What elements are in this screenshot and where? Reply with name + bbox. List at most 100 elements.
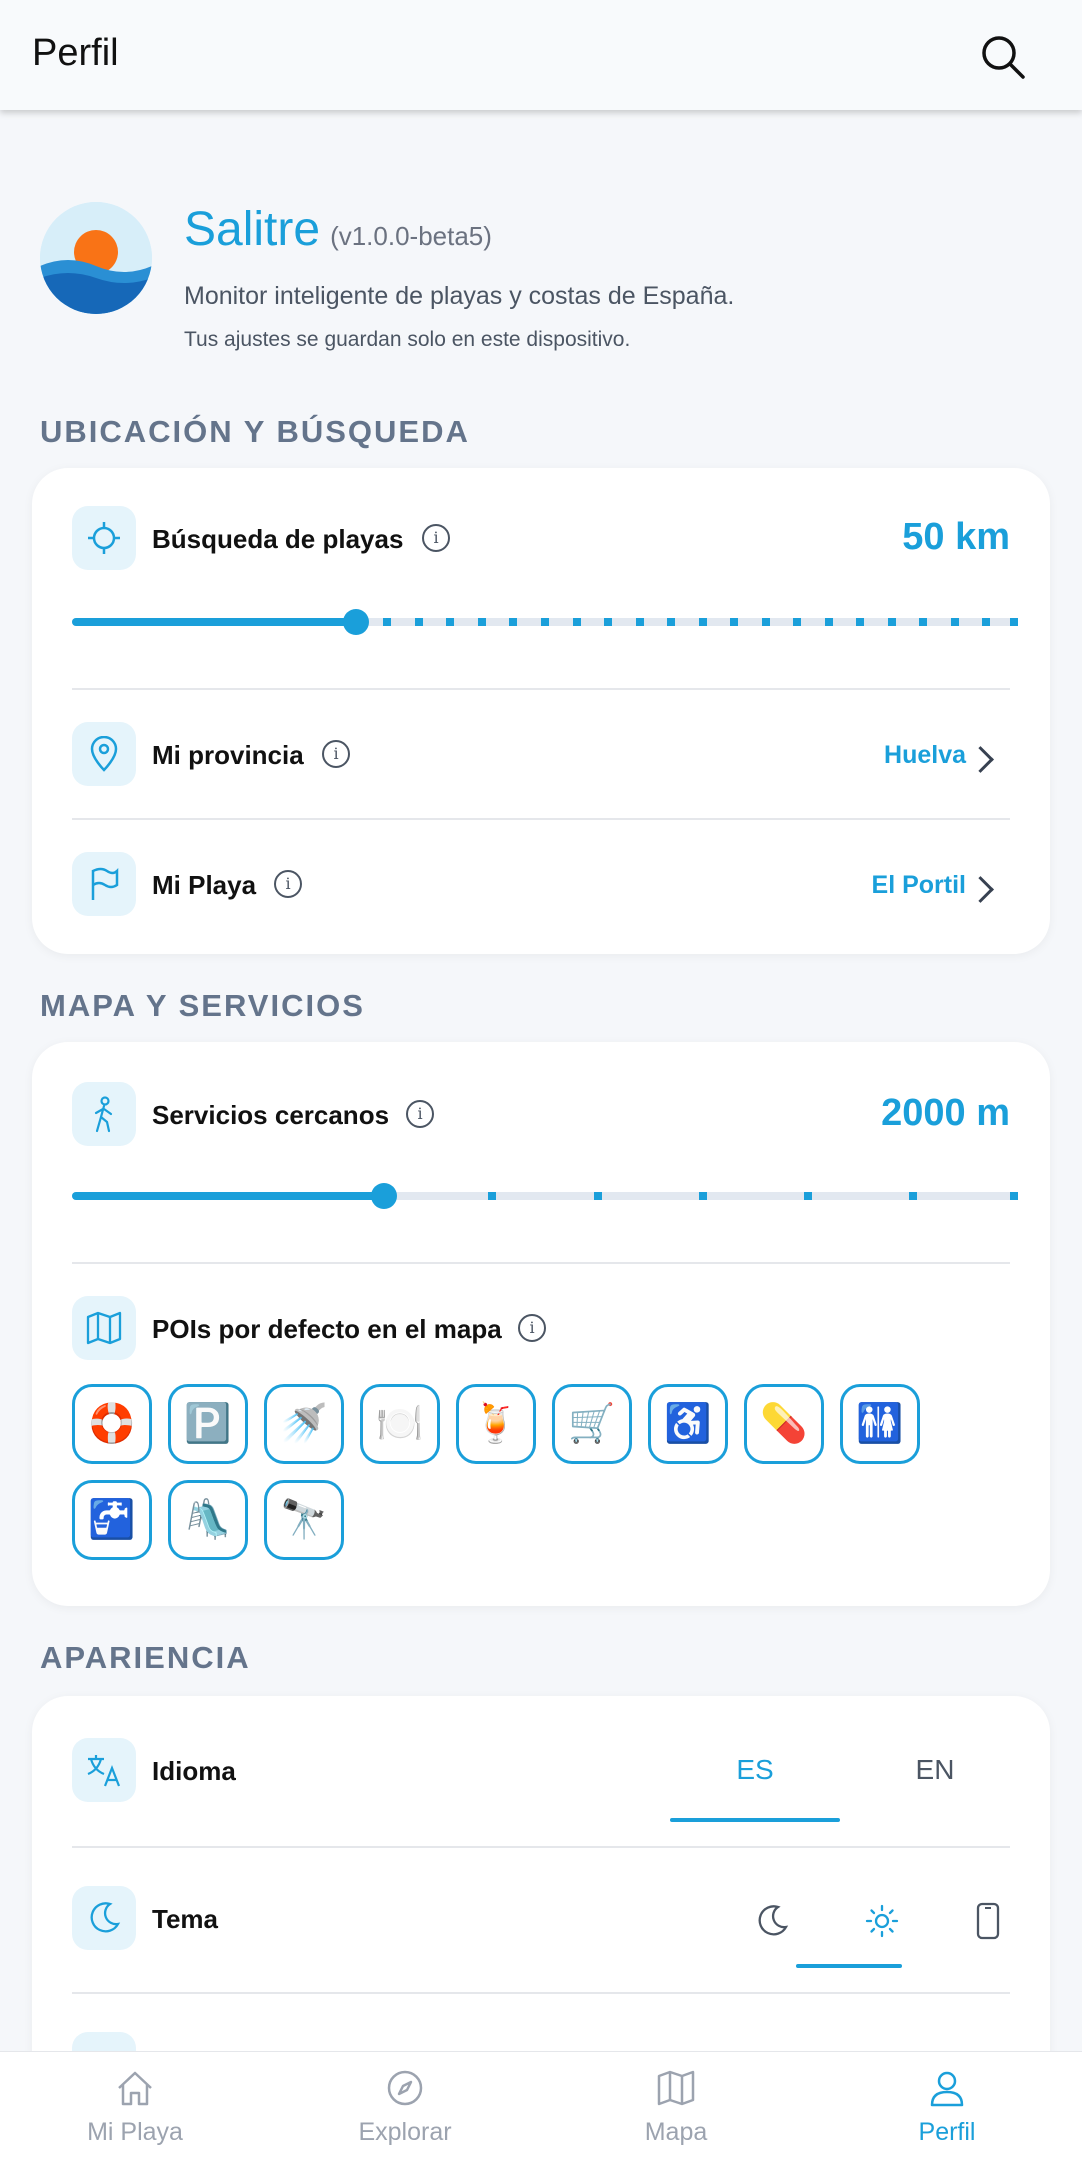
app-version: (v1.0.0-beta5) [330, 221, 492, 251]
walking-icon [72, 1082, 136, 1146]
slider-step-tick [488, 1192, 497, 1200]
poi-toggle-playground[interactable]: 🛝 [168, 1480, 248, 1560]
beach-value: El Portil [871, 871, 966, 899]
slider-step-tick [667, 618, 676, 626]
nav-item-explorar[interactable]: Explorar [270, 2052, 540, 2165]
language-label: Idioma [152, 1756, 236, 1786]
search-radius-slider[interactable] [72, 609, 1018, 635]
info-icon[interactable]: i [518, 1314, 546, 1342]
nav-item-mapa[interactable]: Mapa [541, 2052, 811, 2165]
divider [72, 1262, 1010, 1264]
slider-thumb[interactable] [371, 1183, 398, 1209]
moon-icon [72, 1886, 136, 1950]
slider-step-tick [604, 618, 613, 626]
nav-label: Mi Playa [87, 2118, 183, 2146]
poi-toggle-pharmacy[interactable]: 💊 [744, 1384, 824, 1464]
slider-fill [72, 1192, 385, 1200]
info-icon[interactable]: i [406, 1100, 434, 1128]
slider-fill [72, 618, 356, 626]
divider [72, 1846, 1010, 1848]
pois-label: POIs por defecto en el mapa [152, 1314, 502, 1344]
poi-toggle-toilets[interactable]: 🚻 [840, 1384, 920, 1464]
top-app-bar: Perfil [0, 0, 1082, 110]
slider-step-tick [1010, 618, 1018, 626]
province-label: Mi provincia [152, 740, 304, 770]
slider-step-tick [982, 618, 991, 626]
info-icon[interactable]: i [274, 870, 302, 898]
section-title-location: UBICACIÓN Y BÚSQUEDA [40, 414, 470, 449]
shower-icon: 🚿 [280, 1403, 328, 1445]
playground-icon: 🛝 [184, 1499, 232, 1541]
map-services-card: Servicios cercanos i 2000 m POIs por def… [32, 1042, 1050, 1606]
poi-toggle-drinking-water[interactable]: 🚰 [72, 1480, 152, 1560]
beach-label: Mi Playa [152, 870, 257, 900]
poi-toggle-viewpoint[interactable]: 🔭 [264, 1480, 344, 1560]
toilets-icon: 🚻 [856, 1403, 904, 1445]
theme-option-system[interactable] [938, 1896, 1038, 1946]
poi-toggle-bar[interactable]: 🍹 [456, 1384, 536, 1464]
language-selected-indicator [670, 1818, 840, 1822]
slider-step-tick [572, 618, 581, 626]
translate-icon [72, 1738, 136, 1802]
section-title-appearance: APARIENCIA [40, 1640, 251, 1675]
poi-toggle-parking[interactable]: 🅿️ [168, 1384, 248, 1464]
restaurant-icon: 🍽️ [376, 1403, 424, 1445]
shop-icon: 🛒 [568, 1403, 616, 1445]
lifebuoy-icon: 🛟 [88, 1403, 136, 1445]
nearby-services-label: Servicios cercanos [152, 1100, 390, 1130]
slider-thumb[interactable] [342, 609, 369, 635]
slider-step-tick [593, 1192, 602, 1200]
poi-toggle-lifebuoy[interactable]: 🛟 [72, 1384, 152, 1464]
location-card: Búsqueda de playas i 50 km Mi provincia … [32, 468, 1050, 954]
poi-toggle-restaurant[interactable]: 🍽️ [360, 1384, 440, 1464]
slider-step-tick [635, 618, 644, 626]
sun-icon [865, 1904, 899, 1938]
viewpoint-icon: 🔭 [280, 1499, 328, 1541]
app-logo [40, 202, 152, 314]
poi-toggle-shop[interactable]: 🛒 [552, 1384, 632, 1464]
nearby-services-slider[interactable] [72, 1183, 1018, 1209]
user-icon [930, 2071, 964, 2107]
slider-step-tick [730, 618, 739, 626]
nav-item-perfil[interactable]: Perfil [812, 2052, 1082, 2165]
language-option-en[interactable]: EN [850, 1754, 1020, 1786]
drinking-water-icon: 🚰 [88, 1499, 136, 1541]
language-option-es[interactable]: ES [670, 1754, 840, 1786]
divider [72, 688, 1010, 690]
slider-step-tick [761, 618, 770, 626]
theme-option-dark[interactable] [722, 1896, 822, 1946]
slider-step-tick [803, 1192, 812, 1200]
divider [72, 818, 1010, 820]
app-name: Salitre [184, 203, 321, 256]
poi-toggle-accessibility[interactable]: ♿ [648, 1384, 728, 1464]
app-note: Tus ajustes se guardan solo en este disp… [184, 328, 631, 351]
slider-step-tick [509, 618, 518, 626]
slider-step-tick [950, 618, 959, 626]
slider-step-tick [793, 618, 802, 626]
slider-step-tick [824, 618, 833, 626]
slider-step-tick [698, 618, 707, 626]
nav-label: Explorar [358, 2118, 452, 2146]
slider-step-tick [383, 618, 392, 626]
nav-item-mi-playa[interactable]: Mi Playa [0, 2052, 270, 2165]
home-icon [118, 2071, 152, 2106]
poi-toggle-shower[interactable]: 🚿 [264, 1384, 344, 1464]
info-icon[interactable]: i [422, 524, 450, 552]
slider-step-tick [1010, 1192, 1018, 1200]
slider-step-tick [541, 618, 549, 626]
province-value: Huelva [884, 741, 966, 769]
theme-option-light[interactable] [832, 1896, 932, 1946]
nav-label: Perfil [918, 2118, 976, 2146]
nearby-services-value: 2000 m [881, 1092, 1010, 1134]
info-icon[interactable]: i [322, 740, 350, 768]
nav-label: Mapa [644, 2118, 708, 2146]
divider [72, 1992, 1010, 1994]
theme-selected-indicator [796, 1964, 902, 1968]
moon-icon [758, 1905, 789, 1936]
parking-icon: 🅿️ [184, 1403, 232, 1445]
map-pin-icon [72, 722, 136, 786]
crosshair-icon [72, 506, 136, 570]
bar-icon: 🍹 [472, 1403, 520, 1445]
search-radius-value: 50 km [902, 516, 1010, 558]
search-icon[interactable] [980, 34, 1026, 80]
